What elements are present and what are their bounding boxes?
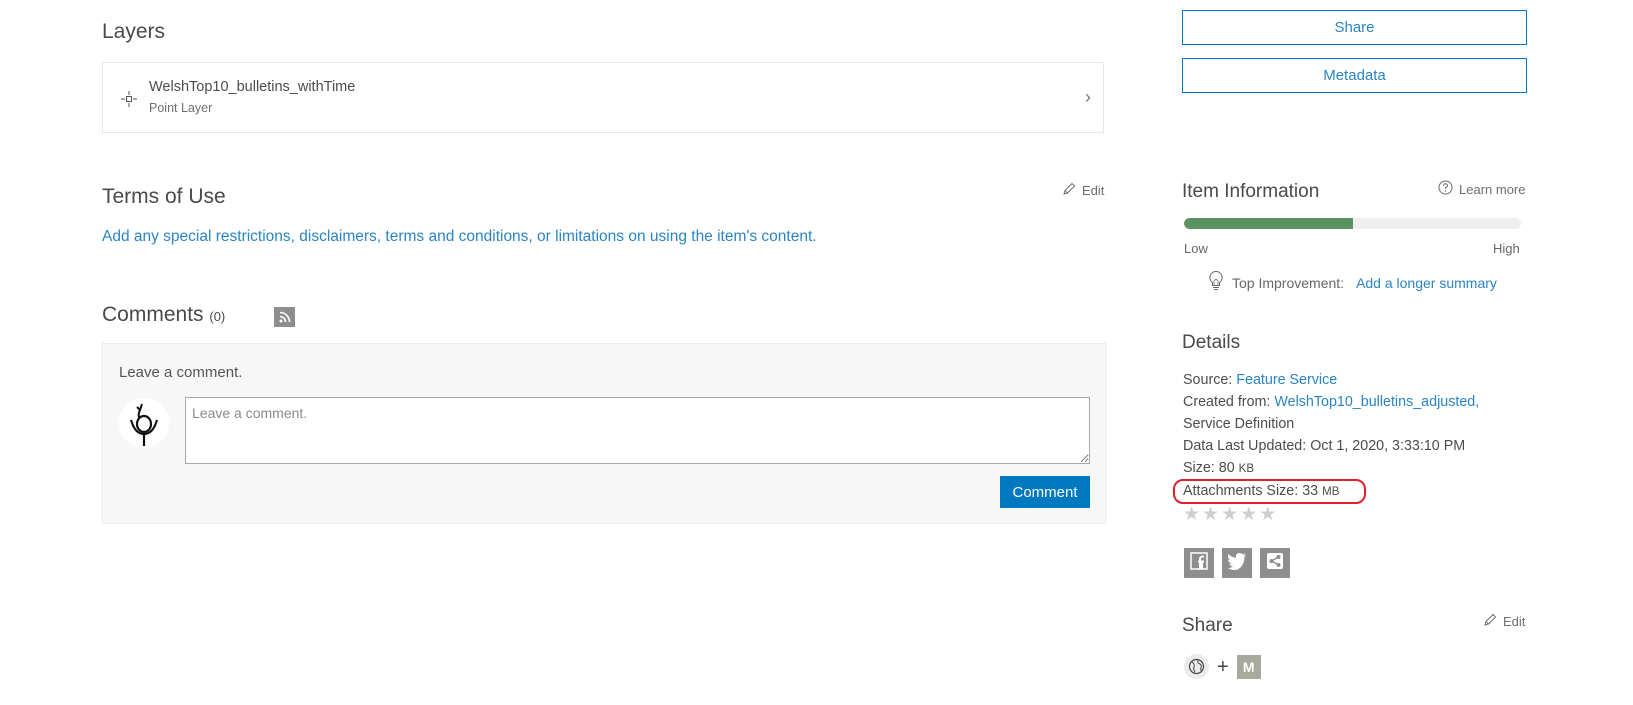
created-from-link[interactable]: WelshTop10_bulletins_adjusted, (1274, 394, 1479, 410)
terms-of-use-heading: Terms of Use (102, 185, 226, 208)
globe-icon (1184, 654, 1209, 679)
score-high-label: High (1493, 241, 1520, 256)
social-share-buttons (1184, 548, 1290, 578)
star-rating[interactable]: ★ ★ ★ ★ ★ (1183, 505, 1276, 525)
lightbulb-icon (1208, 270, 1224, 295)
layer-list-item[interactable]: WelshTop10_bulletins_withTime Point Laye… (102, 62, 1104, 133)
star-icon[interactable]: ★ (1202, 505, 1219, 525)
user-avatar (119, 398, 169, 448)
share-edit-button[interactable]: Edit (1483, 613, 1525, 630)
help-circle-icon (1438, 180, 1453, 198)
details-heading: Details (1182, 332, 1241, 353)
detail-created-from-type: Service Definition (1183, 416, 1295, 432)
metadata-button[interactable]: Metadata (1182, 58, 1527, 93)
rss-icon[interactable] (274, 307, 295, 327)
data-last-updated-value: Oct 1, 2020, 3:33:10 PM (1310, 438, 1466, 454)
comment-prompt: Leave a comment. (119, 364, 243, 381)
source-link[interactable]: Feature Service (1236, 372, 1337, 388)
pencil-icon (1062, 182, 1076, 199)
detail-data-last-updated: Data Last Updated: Oct 1, 2020, 3:33:10 … (1183, 435, 1479, 457)
layer-name: WelshTop10_bulletins_withTime (149, 79, 356, 95)
item-information-heading: Item Information (1182, 181, 1320, 202)
learn-more-label: Learn more (1459, 181, 1526, 197)
add-longer-summary-link[interactable]: Add a longer summary (1356, 275, 1497, 291)
score-low-label: Low (1184, 241, 1208, 256)
comment-input[interactable] (185, 397, 1090, 464)
comments-count: (0) (209, 309, 226, 324)
star-icon[interactable]: ★ (1183, 505, 1200, 525)
plus-sign: + (1217, 655, 1229, 678)
layer-type: Point Layer (149, 101, 213, 115)
edit-label: Edit (1082, 183, 1105, 198)
share-link-button[interactable] (1260, 548, 1290, 578)
detail-created-from: Created from: WelshTop10_bulletins_adjus… (1183, 391, 1479, 413)
twitter-icon (1227, 552, 1247, 575)
star-icon[interactable]: ★ (1259, 505, 1276, 525)
point-layer-icon (121, 91, 137, 107)
share-button[interactable]: Share (1182, 10, 1527, 45)
sharing-status: + M (1184, 654, 1261, 679)
add-terms-link[interactable]: Add any special restrictions, disclaimer… (102, 228, 817, 246)
chevron-right-icon: › (1085, 87, 1091, 107)
top-improvement-label: Top Improvement: (1232, 274, 1345, 291)
top-improvement: Top Improvement: Add a longer summary (1208, 270, 1497, 295)
comment-submit-button[interactable]: Comment (1000, 476, 1090, 508)
size-value: 80 (1218, 460, 1235, 476)
source-label: Source: (1183, 372, 1233, 388)
learn-more-link[interactable]: Learn more (1438, 180, 1525, 198)
score-bar-fill (1184, 218, 1353, 229)
star-icon[interactable]: ★ (1240, 505, 1257, 525)
detail-size: Size: 80 KB (1183, 457, 1479, 480)
created-from-label: Created from: (1183, 394, 1271, 410)
highlight-annotation (1173, 479, 1366, 504)
twitter-button[interactable] (1222, 548, 1252, 578)
size-label: Size: (1183, 460, 1215, 476)
terms-edit-button[interactable]: Edit (1062, 182, 1104, 199)
data-last-updated-label: Data Last Updated: (1183, 438, 1307, 454)
size-unit: KB (1238, 463, 1255, 475)
share-icon (1266, 552, 1284, 575)
comments-title: Comments (102, 303, 204, 326)
pencil-icon (1483, 613, 1497, 630)
star-icon[interactable]: ★ (1221, 505, 1238, 525)
share-heading: Share (1182, 615, 1233, 636)
detail-source: Source: Feature Service (1183, 369, 1479, 391)
facebook-icon (1190, 551, 1208, 575)
comment-form: Leave a comment. Comment (102, 343, 1106, 524)
comments-heading: Comments (0) (102, 303, 225, 327)
layers-heading: Layers (102, 20, 166, 43)
item-information-score-bar (1184, 218, 1521, 229)
edit-label: Edit (1503, 614, 1526, 629)
facebook-button[interactable] (1184, 548, 1214, 578)
member-group-badge: M (1236, 654, 1261, 679)
